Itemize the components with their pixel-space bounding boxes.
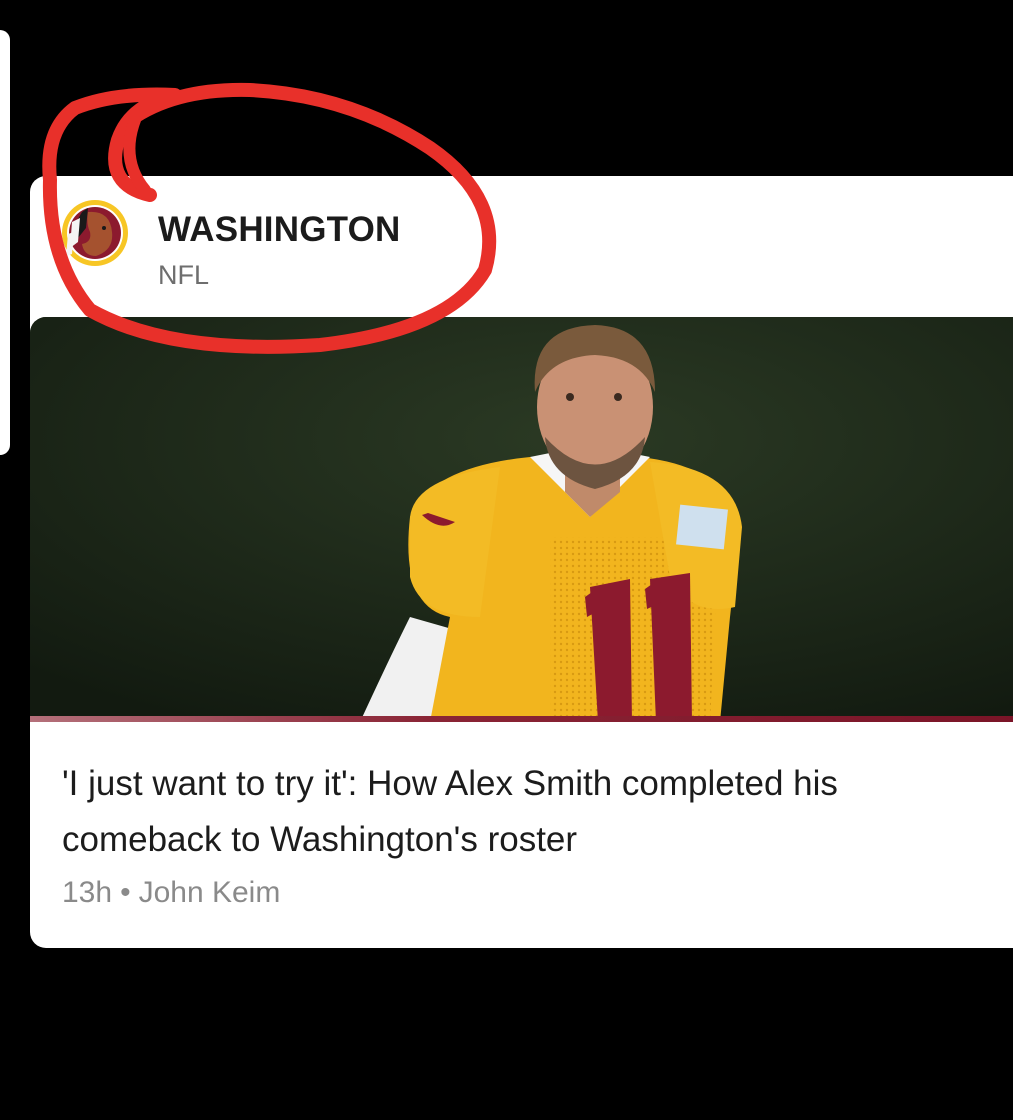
article-headline[interactable]: 'I just want to try it': How Alex Smith … bbox=[62, 756, 1002, 868]
meta-separator: • bbox=[120, 876, 131, 909]
article-meta: 13h • John Keim bbox=[62, 876, 280, 910]
accent-stripe bbox=[30, 716, 1013, 722]
league-label: NFL bbox=[158, 260, 210, 290]
football-player-photo bbox=[30, 317, 1013, 722]
team-name[interactable]: WASHINGTON bbox=[158, 210, 400, 250]
previous-card-edge bbox=[0, 30, 10, 455]
article-author: John Keim bbox=[138, 876, 281, 909]
article-time: 13h bbox=[62, 876, 113, 909]
team-logo-icon bbox=[62, 200, 128, 266]
article-image[interactable] bbox=[30, 317, 1013, 722]
card-header[interactable]: WASHINGTON NFL bbox=[30, 176, 1013, 316]
news-card[interactable]: WASHINGTON NFL 'I just want to try it': … bbox=[30, 176, 1013, 948]
